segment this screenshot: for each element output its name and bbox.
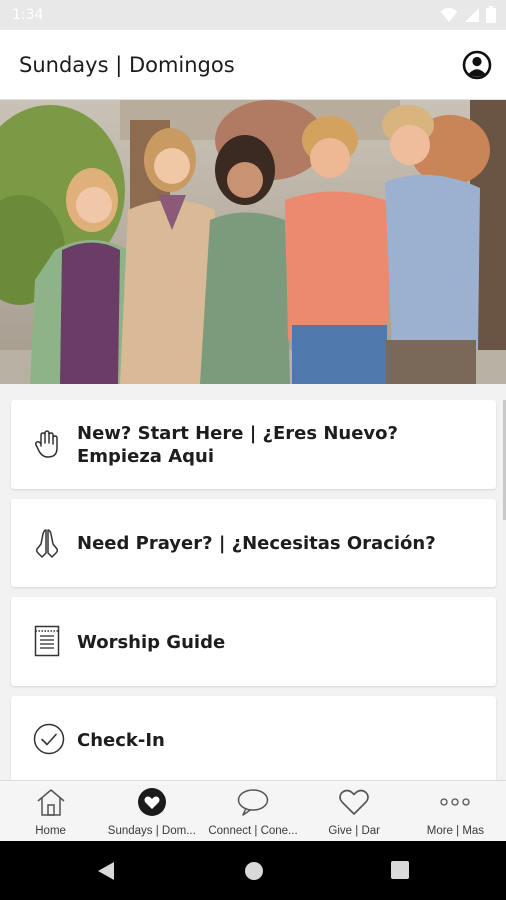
nav-sundays[interactable]: Sundays | Dom... bbox=[101, 781, 202, 841]
card-label: Need Prayer? | ¿Necesitas Oración? bbox=[77, 533, 436, 554]
card-new-start-here[interactable]: New? Start Here | ¿Eres Nuevo? Empieza A… bbox=[11, 400, 496, 489]
hero-image bbox=[0, 100, 506, 384]
app-bar: Sundays | Domingos bbox=[0, 30, 506, 100]
status-time: 1:34 bbox=[12, 7, 44, 23]
recents-button[interactable] bbox=[390, 860, 410, 885]
home-circle-icon bbox=[245, 862, 263, 880]
card-label: Check-In bbox=[77, 730, 165, 751]
system-navigation-bar bbox=[0, 841, 506, 900]
document-guide-icon bbox=[33, 625, 61, 657]
back-triangle-icon bbox=[98, 862, 114, 880]
nav-label: More | Mas bbox=[426, 825, 485, 837]
nav-label: Sundays | Dom... bbox=[107, 825, 196, 837]
nav-more[interactable]: More | Mas bbox=[405, 781, 506, 841]
heart-outline-icon bbox=[338, 787, 370, 817]
chat-bubble-icon bbox=[237, 787, 269, 817]
nav-home[interactable]: Home bbox=[0, 781, 101, 841]
signal-icon bbox=[465, 7, 479, 22]
nav-label: Connect | Cone... bbox=[208, 825, 298, 837]
account-icon bbox=[462, 50, 492, 80]
wifi-icon bbox=[440, 7, 458, 22]
card-label: New? Start Here | ¿Eres Nuevo? Empieza A… bbox=[77, 423, 398, 467]
nav-label: Home bbox=[35, 825, 66, 837]
status-bar: 1:34 bbox=[0, 0, 506, 30]
home-icon bbox=[35, 787, 67, 817]
bottom-navigation: Home Sundays | Dom... Connect | Cone... … bbox=[0, 780, 506, 841]
more-dots-icon bbox=[439, 787, 471, 817]
nav-give[interactable]: Give | Dar bbox=[304, 781, 405, 841]
nav-connect[interactable]: Connect | Cone... bbox=[202, 781, 303, 841]
card-need-prayer[interactable]: Need Prayer? | ¿Necesitas Oración? bbox=[11, 499, 496, 587]
back-button[interactable] bbox=[96, 860, 116, 887]
heart-filled-circle-icon bbox=[136, 787, 168, 817]
status-icons bbox=[440, 6, 496, 23]
nav-label: Give | Dar bbox=[328, 825, 380, 837]
recents-square-icon bbox=[391, 861, 409, 879]
content-list: New? Start Here | ¿Eres Nuevo? Empieza A… bbox=[0, 384, 506, 780]
home-system-button[interactable] bbox=[243, 860, 265, 887]
hand-wave-icon bbox=[33, 428, 61, 460]
card-check-in[interactable]: Check-In bbox=[11, 696, 496, 780]
hero-photo bbox=[0, 100, 506, 384]
card-label: Worship Guide bbox=[77, 632, 226, 653]
card-worship-guide[interactable]: Worship Guide bbox=[11, 597, 496, 686]
check-circle-icon bbox=[33, 723, 65, 755]
page-title: Sundays | Domingos bbox=[19, 53, 235, 77]
profile-button[interactable] bbox=[462, 50, 492, 80]
praying-hands-icon bbox=[33, 527, 61, 559]
battery-icon bbox=[486, 6, 496, 23]
